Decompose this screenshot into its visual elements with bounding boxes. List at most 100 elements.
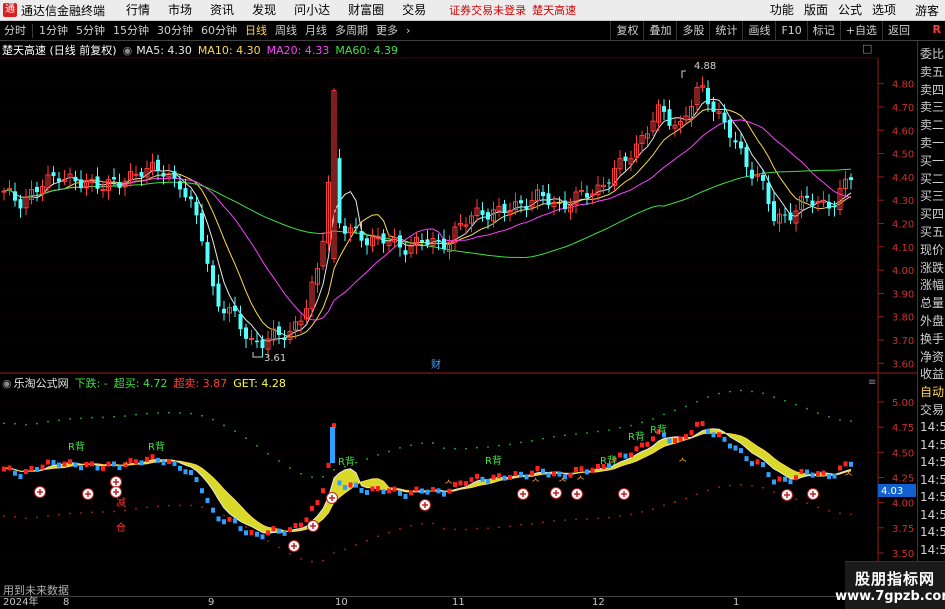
indicator-spike xyxy=(330,427,335,463)
indicator-block xyxy=(62,461,67,467)
indicator-block xyxy=(431,487,435,493)
date-label: 11 xyxy=(452,597,465,608)
ma20-line xyxy=(3,119,852,321)
event-marker[interactable]: 财 xyxy=(431,358,441,371)
candle-body xyxy=(662,106,666,112)
candle-body xyxy=(35,186,39,193)
side-panel-label: 涨跌 xyxy=(920,260,945,275)
indicator-block xyxy=(2,466,6,472)
candle-body xyxy=(827,201,831,209)
side-panel-label: 换手 xyxy=(920,331,945,346)
indicator-block xyxy=(799,468,804,474)
indicator-block xyxy=(464,481,468,487)
oversold-band-dot xyxy=(135,507,137,510)
overbought-band-dot xyxy=(465,447,467,450)
oversold-band-dot xyxy=(58,513,60,516)
candle-body xyxy=(722,112,727,123)
date-label: 8 xyxy=(63,597,70,608)
indicator-block xyxy=(678,436,683,442)
indicator-block xyxy=(722,436,727,442)
oversold-band-dot xyxy=(465,528,467,531)
price-tick-label: 3.90 xyxy=(892,289,914,300)
indicator-block xyxy=(838,465,842,471)
overbought-band-dot xyxy=(399,446,401,449)
overbought-band-dot xyxy=(201,414,203,417)
side-panel-label: 卖一 xyxy=(920,136,945,150)
overbought-band-dot xyxy=(14,422,16,425)
stock-label[interactable]: 楚天高速 (日线 前复权) xyxy=(2,42,117,58)
settings-icon[interactable]: ◉ xyxy=(123,44,133,57)
overbought-band-dot xyxy=(135,413,137,416)
candle-body xyxy=(1,190,7,193)
indicator-block xyxy=(618,452,622,458)
indicator-block xyxy=(629,452,633,458)
candle-body xyxy=(260,339,265,349)
indicator-settings-icon[interactable]: ◉ xyxy=(2,377,12,390)
sell-arrow-icon: ᄉ xyxy=(531,478,540,489)
indicator-block xyxy=(425,489,430,495)
oversold-band-dot xyxy=(806,502,808,505)
indicator-block xyxy=(744,456,749,462)
indicator-block xyxy=(420,488,424,494)
date-label: 12 xyxy=(592,597,605,608)
indicator-block xyxy=(623,453,628,459)
overbought-band-dot xyxy=(520,441,522,444)
oversold-band-dot xyxy=(377,535,379,538)
oversold-band-dot xyxy=(91,511,93,514)
quote-side-panel[interactable]: 委比 卖五 卖四 卖三 卖二 卖一 买一 买二 买三 买四 买五 现价 涨跌 涨幅 总量 外盘 换手 净资 收益 自动… xyxy=(917,41,945,586)
indicator-name[interactable]: 乐淘公式网 xyxy=(14,375,69,391)
indicator-block xyxy=(535,466,540,472)
indicator-block xyxy=(766,472,771,478)
chart-canvas[interactable]: ᄉᄉ ᄉ ᄉᄉᄉᄉ 4.804.704.604.504.404.304.204.10… xyxy=(0,0,945,609)
indicator-tick-label: 4.25 xyxy=(892,474,914,485)
candle-body xyxy=(420,240,424,242)
overbought-band-dot xyxy=(586,432,588,434)
overbought-band-dot xyxy=(498,444,500,447)
overbought-band-dot xyxy=(443,447,445,450)
candle-body xyxy=(244,327,248,339)
indicator-gridlines xyxy=(0,401,884,554)
indicator-tick-label: 3.75 xyxy=(892,524,914,535)
indicator-block xyxy=(161,460,166,466)
overbought-band-dot xyxy=(212,418,214,421)
overbought-band-dot xyxy=(476,446,478,449)
side-panel-label: 买五 xyxy=(920,225,945,239)
oversold-band-dot xyxy=(344,548,346,551)
side-panel-trade-item: 交易 xyxy=(920,402,945,417)
indicator-block xyxy=(491,474,496,480)
overbought-band-dot xyxy=(124,415,126,417)
oversold-band-dot xyxy=(762,486,764,489)
candle-body xyxy=(194,201,199,216)
price-tick-label: 3.80 xyxy=(892,313,914,324)
candle-body xyxy=(73,176,78,182)
indicator-block xyxy=(370,486,375,492)
high-price-label: 4.88 xyxy=(694,61,716,72)
oversold-band-dot xyxy=(80,512,82,514)
oversold-band-dot xyxy=(652,508,654,511)
candle-body xyxy=(178,181,182,190)
ma60-label: MA60: 4.39 xyxy=(335,43,399,57)
side-panel-label: 买三 xyxy=(920,189,945,204)
indicator-block xyxy=(557,471,562,477)
indicator-block xyxy=(634,446,639,452)
overbought-band-dot xyxy=(58,419,60,422)
indicator-block xyxy=(453,482,457,488)
indicator-block xyxy=(497,473,501,479)
oversold-band-dot xyxy=(751,484,753,487)
price-tick-label: 4.20 xyxy=(892,219,914,230)
side-panel-label: 现价 xyxy=(920,242,945,257)
oversold-band-dot xyxy=(564,519,566,522)
price-tick-label: 4.50 xyxy=(892,150,914,161)
side-panel-label: 委比 xyxy=(920,47,945,61)
indicator-block xyxy=(805,469,809,475)
date-axis: 2024年 8 9 10 11 12 1 xyxy=(0,596,945,609)
candle-body xyxy=(249,337,254,340)
overbought-band-dot xyxy=(839,418,841,421)
price-tick-label: 3.60 xyxy=(892,359,914,370)
panel-menu-icon[interactable]: ≡ xyxy=(868,377,876,388)
indicator-block xyxy=(673,438,677,444)
maximize-icon[interactable]: □ xyxy=(862,42,872,55)
overbought-band-dot xyxy=(366,458,368,460)
oversold-band-dot xyxy=(619,515,621,517)
oversold-band-dot xyxy=(498,526,500,529)
